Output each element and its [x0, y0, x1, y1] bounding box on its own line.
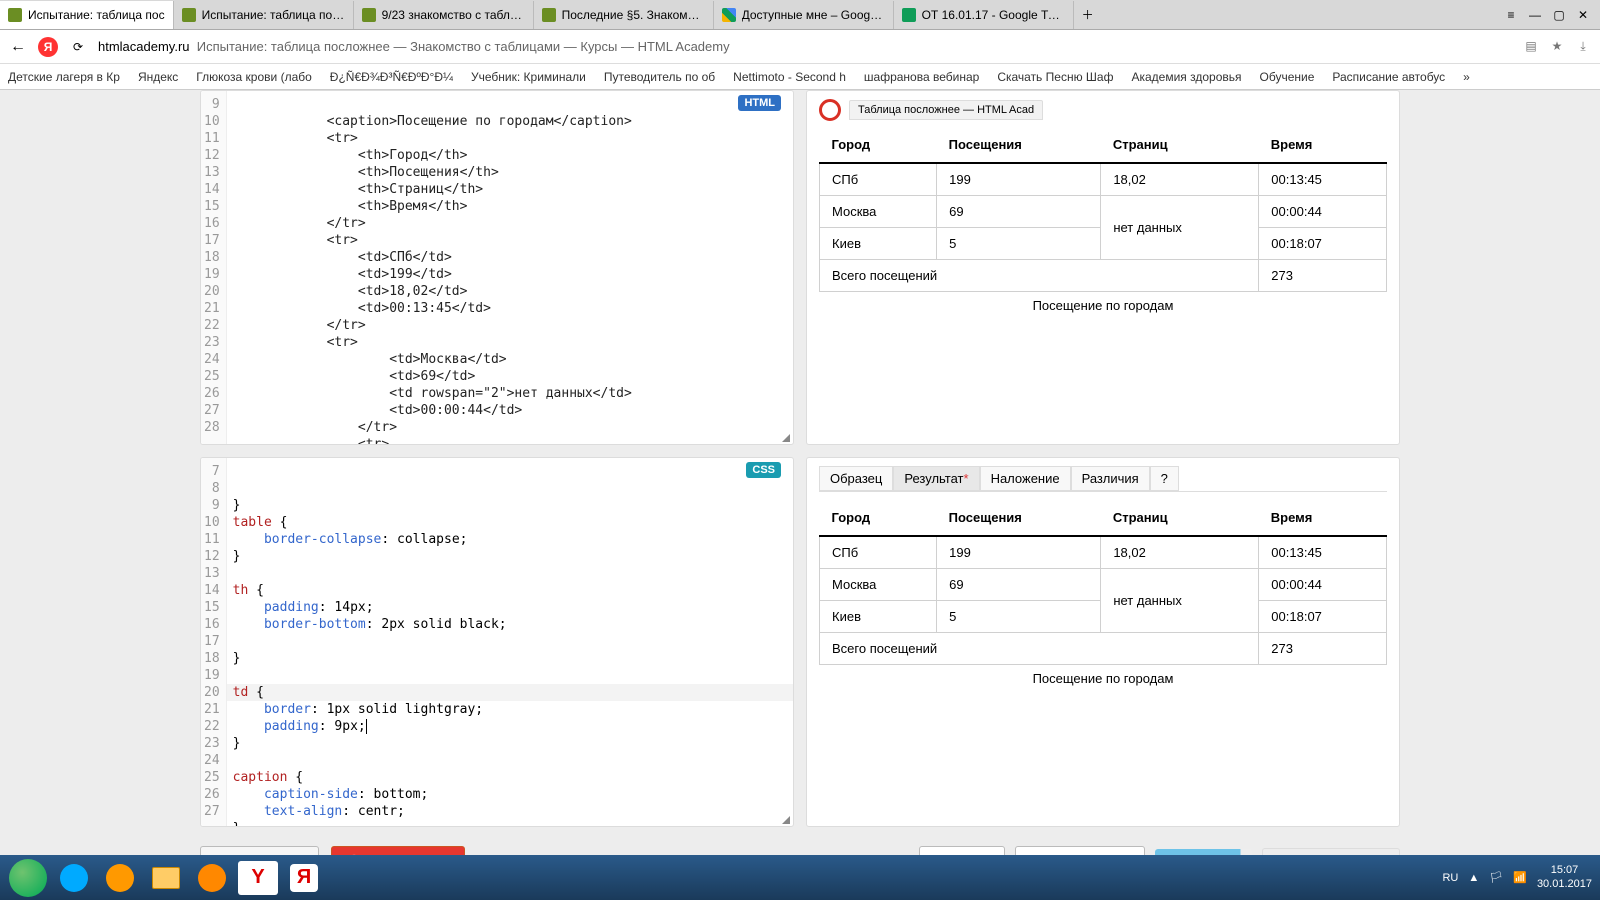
- yandex-app-icon[interactable]: Я: [284, 861, 324, 895]
- reload-button[interactable]: ⟳: [68, 40, 88, 54]
- th-city: Город: [820, 127, 937, 163]
- bookmark-item[interactable]: Nettimoto - Second h: [733, 70, 846, 84]
- compare-tab-overlay[interactable]: Наложение: [980, 466, 1071, 491]
- new-tab-button[interactable]: ＋: [1074, 6, 1102, 23]
- compare-tabs: Образец Результат* Наложение Различия ?: [819, 466, 1387, 492]
- tab-label: Последние §5. Знакомство: [562, 8, 705, 22]
- tab-label: Испытание: таблица пос: [28, 8, 165, 22]
- tab-label: Доступные мне – Google Д: [742, 8, 885, 22]
- explorer-icon[interactable]: [146, 861, 186, 895]
- bookmark-item[interactable]: Академия здоровья: [1131, 70, 1241, 84]
- compare-tab-result[interactable]: Результат*: [893, 466, 979, 491]
- compare-tab-help[interactable]: ?: [1150, 466, 1179, 491]
- media-player-icon[interactable]: [100, 861, 140, 895]
- compare-tab-sample[interactable]: Образец: [819, 466, 893, 491]
- table-row: СПб19918,0200:13:45: [820, 163, 1387, 196]
- html-gutter: 910111213141516171819202122232425262728: [201, 91, 227, 444]
- tab-label: ОТ 16.01.17 - Google Табли: [922, 8, 1065, 22]
- html-badge: HTML: [738, 95, 781, 111]
- close-icon[interactable]: ✕: [1576, 8, 1590, 22]
- browser-tab-strip: Испытание: таблица пос Испытание: таблиц…: [0, 0, 1600, 30]
- result-caption: Посещение по городам: [819, 665, 1387, 692]
- table-row: Всего посещений273: [820, 633, 1387, 665]
- table-row: Москва69нет данных00:00:44: [820, 569, 1387, 601]
- gdrive-icon: [722, 8, 736, 22]
- browser-tab-5[interactable]: ОТ 16.01.17 - Google Табли: [894, 1, 1074, 29]
- extension-icon[interactable]: ▤: [1522, 39, 1540, 54]
- th-time: Время: [1259, 127, 1387, 163]
- compare-panel: Образец Результат* Наложение Различия ? …: [806, 457, 1400, 827]
- url-domain: htmlacademy.ru: [98, 39, 190, 54]
- bookmark-item[interactable]: Расписание автобус: [1332, 70, 1445, 84]
- menu-icon[interactable]: ≡: [1504, 8, 1518, 22]
- shield-icon: [542, 8, 556, 22]
- bookmark-item[interactable]: шафранова вебинар: [864, 70, 979, 84]
- bookmark-item[interactable]: Đ¿Ñ€Đ¾Đ³Ñ€ĐºĐ°Đ¼: [330, 70, 453, 84]
- tab-label: 9/23 знакомство с таблица: [382, 8, 525, 22]
- preview-table: Город Посещения Страниц Время СПб19918,0…: [819, 127, 1387, 292]
- windows-taskbar: Y Я RU ▲ 🏳 📶 15:07 30.01.2017: [0, 855, 1600, 900]
- url-title: Испытание: таблица посложнее — Знакомств…: [197, 39, 730, 54]
- bookmark-item[interactable]: Детские лагеря в Кр: [8, 70, 120, 84]
- browser-tab-2[interactable]: 9/23 знакомство с таблица: [354, 1, 534, 29]
- system-tray: RU ▲ 🏳 📶 15:07 30.01.2017: [1442, 864, 1592, 890]
- network-icon[interactable]: 📶: [1513, 871, 1527, 884]
- ie-icon[interactable]: [54, 861, 94, 895]
- back-button[interactable]: ←: [8, 38, 28, 56]
- tab-label: Испытание: таблица посло: [202, 8, 345, 22]
- compare-tab-diff[interactable]: Различия: [1071, 466, 1150, 491]
- lang-indicator[interactable]: RU: [1442, 872, 1458, 884]
- css-gutter: 789101112131415161718192021222324252627: [201, 458, 227, 826]
- tray-up-icon[interactable]: ▲: [1468, 872, 1479, 884]
- flag-icon[interactable]: 🏳: [1489, 871, 1503, 884]
- preview-caption: Посещение по городам: [819, 292, 1387, 319]
- bookmark-item[interactable]: Глюкоза крови (лабо: [196, 70, 312, 84]
- bookmark-star-icon[interactable]: ★: [1548, 39, 1566, 54]
- download-icon[interactable]: ⤓: [1574, 39, 1592, 54]
- preview-tab[interactable]: Таблица посложнее — HTML Acad: [849, 100, 1043, 120]
- maximize-icon[interactable]: ▢: [1552, 8, 1566, 22]
- html-code-body[interactable]: <caption>Посещение по городам</caption> …: [227, 91, 793, 444]
- css-editor[interactable]: 789101112131415161718192021222324252627 …: [200, 457, 794, 827]
- browser-tab-1[interactable]: Испытание: таблица посло: [174, 1, 354, 29]
- shield-icon: [8, 8, 22, 22]
- bookmark-item[interactable]: Обучение: [1260, 70, 1315, 84]
- css-code-body[interactable]: } table { border-collapse: collapse; } t…: [227, 458, 793, 826]
- bookmark-item[interactable]: Скачать Песню Шаф: [997, 70, 1113, 84]
- browser-tab-0[interactable]: Испытание: таблица пос: [0, 1, 174, 29]
- yandex-browser-icon[interactable]: Y: [238, 861, 278, 895]
- shield-icon: [182, 8, 196, 22]
- bookmarks-bar: Детские лагеря в Кр Яндекс Глюкоза крови…: [0, 64, 1600, 90]
- minimize-icon[interactable]: —: [1528, 8, 1542, 22]
- live-preview: Таблица посложнее — HTML Acad Город Посе…: [806, 90, 1400, 445]
- html-editor[interactable]: 910111213141516171819202122232425262728 …: [200, 90, 794, 445]
- browser-tab-3[interactable]: Последние §5. Знакомство: [534, 1, 714, 29]
- bookmark-item[interactable]: Учебник: Криминали: [471, 70, 586, 84]
- css-badge: CSS: [746, 462, 781, 478]
- table-row: Всего посещений273: [820, 260, 1387, 292]
- opera-icon: [819, 99, 841, 121]
- url-field[interactable]: htmlacademy.ru Испытание: таблица послож…: [98, 39, 1512, 54]
- table-row: Москва69нет данных00:00:44: [820, 196, 1387, 228]
- table-row: СПб19918,0200:13:45: [820, 536, 1387, 569]
- shield-icon: [362, 8, 376, 22]
- bookmark-item[interactable]: Яндекс: [138, 70, 178, 84]
- yandex-logo-icon[interactable]: Я: [38, 37, 58, 57]
- clock[interactable]: 15:07 30.01.2017: [1537, 864, 1592, 890]
- gsheets-icon: [902, 8, 916, 22]
- th-pages: Страниц: [1101, 127, 1259, 163]
- result-table: Город Посещения Страниц Время СПб19918,0…: [819, 500, 1387, 665]
- bookmarks-overflow-icon[interactable]: »: [1463, 70, 1470, 84]
- browser-tab-4[interactable]: Доступные мне – Google Д: [714, 1, 894, 29]
- start-button[interactable]: [8, 861, 48, 895]
- bookmark-item[interactable]: Путеводитель по об: [604, 70, 715, 84]
- th-visits: Посещения: [937, 127, 1101, 163]
- address-bar: ← Я ⟳ htmlacademy.ru Испытание: таблица …: [0, 30, 1600, 64]
- app-icon[interactable]: [192, 861, 232, 895]
